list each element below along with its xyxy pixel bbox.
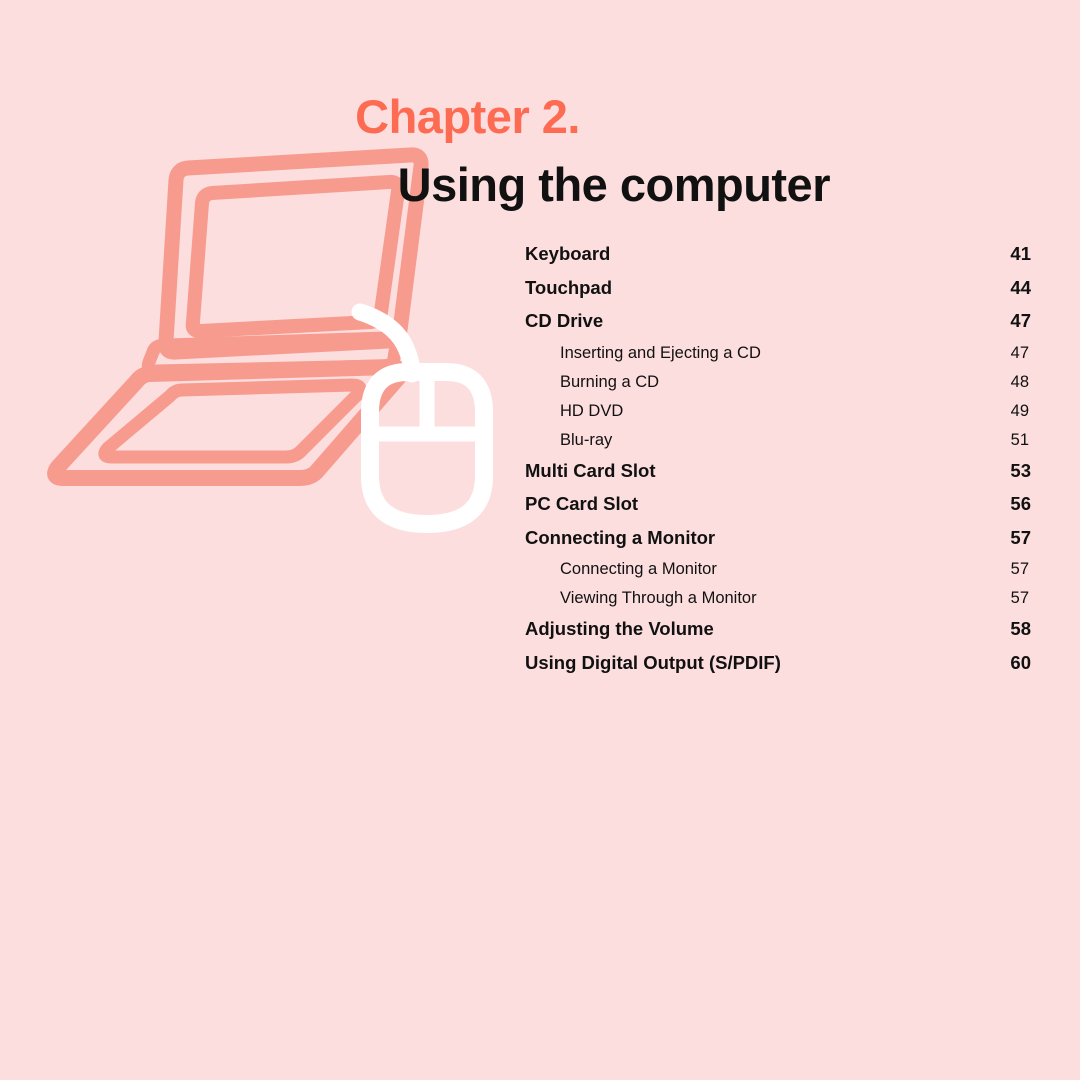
- toc-entry-page-number: 53: [1010, 459, 1031, 481]
- toc-entry[interactable]: CD Drive 47: [525, 310, 1031, 344]
- toc-entry-label: Blu-ray: [560, 430, 613, 449]
- toc-entry[interactable]: Keyboard 41: [525, 243, 1031, 277]
- toc-entry-page-number: 41: [1010, 243, 1031, 264]
- toc-entry[interactable]: Multi Card Slot 53: [525, 460, 1031, 494]
- toc-entry-page-number: 44: [1010, 276, 1031, 298]
- computer-mouse-outline-icon: [351, 303, 493, 533]
- toc-entry[interactable]: Inserting and Ejecting a CD 47: [525, 344, 1031, 373]
- toc-entry-label: Touchpad: [525, 276, 613, 298]
- laptop-outline-icon: [47, 147, 429, 486]
- toc-entry-label: PC Card Slot: [525, 493, 639, 514]
- toc-entry[interactable]: Burning a CD 48: [525, 373, 1031, 402]
- toc-entry-page-number: 57: [1010, 560, 1029, 578]
- toc-entry-label: CD Drive: [525, 310, 604, 331]
- toc-entry-page-number: 57: [1010, 589, 1029, 607]
- toc-entry-page-number: 56: [1010, 493, 1031, 514]
- table-of-contents: Keyboard 41 Touchpad 44 CD Drive 47 Inserting …: [525, 243, 1031, 685]
- toc-entry-label: Multi Card Slot: [525, 459, 656, 481]
- toc-entry-page-number: 57: [1010, 526, 1031, 548]
- toc-entry-page-number: 60: [1010, 651, 1031, 673]
- toc-entry[interactable]: HD DVD 49: [525, 402, 1031, 431]
- toc-entry-label: Burning a CD: [560, 372, 660, 391]
- toc-entry-label: Connecting a Monitor: [560, 560, 717, 578]
- chapter-title: Using the computer: [397, 158, 831, 211]
- toc-entry-page-number: 58: [1010, 618, 1031, 639]
- toc-entry[interactable]: Blu-ray 51: [525, 431, 1031, 460]
- toc-entry-label: Keyboard: [525, 243, 611, 264]
- toc-entry-label: Connecting a Monitor: [525, 526, 716, 548]
- toc-entry[interactable]: Using Digital Output (S/PDIF) 60: [525, 652, 1031, 686]
- chapter-cover-page: Chapter 2. Using the computer Keyboard 41…: [0, 0, 1080, 1080]
- toc-entry-page-number: 48: [1010, 372, 1029, 391]
- toc-entry[interactable]: Touchpad 44: [525, 277, 1031, 311]
- toc-entry-page-number: 47: [1010, 310, 1031, 331]
- toc-entry[interactable]: Viewing Through a Monitor 57: [525, 589, 1031, 618]
- chapter-number-label: Chapter 2.: [355, 90, 580, 143]
- toc-entry-page-number: 47: [1010, 343, 1029, 362]
- toc-entry-label: Viewing Through a Monitor: [560, 589, 757, 607]
- toc-entry-label: Using Digital Output (S/PDIF): [525, 651, 781, 673]
- toc-entry-label: HD DVD: [560, 401, 624, 420]
- toc-entry-page-number: 51: [1010, 430, 1029, 449]
- toc-entry[interactable]: Connecting a Monitor 57: [525, 560, 1031, 589]
- toc-entry[interactable]: PC Card Slot 56: [525, 493, 1031, 527]
- toc-entry-label: Inserting and Ejecting a CD: [560, 343, 761, 362]
- toc-entry[interactable]: Adjusting the Volume 58: [525, 618, 1031, 652]
- toc-entry-page-number: 49: [1010, 401, 1029, 420]
- toc-entry[interactable]: Connecting a Monitor 57: [525, 527, 1031, 561]
- toc-entry-label: Adjusting the Volume: [525, 618, 714, 639]
